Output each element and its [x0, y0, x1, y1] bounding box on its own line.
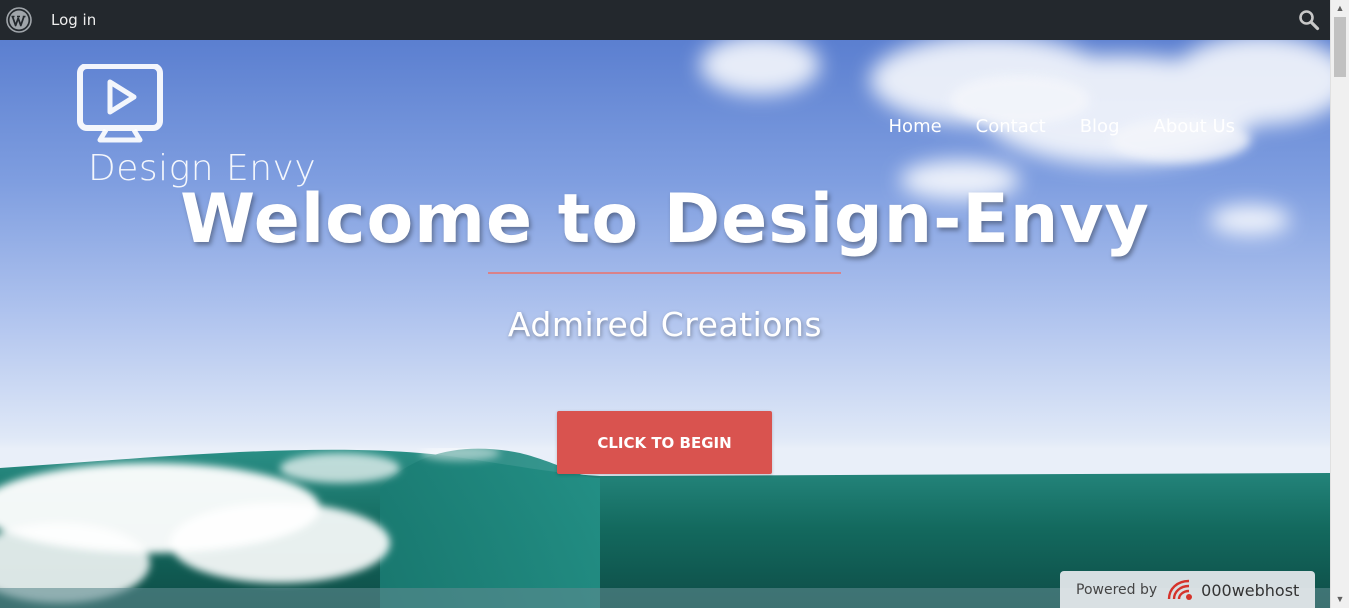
- nav-item-about-us[interactable]: About Us: [1154, 116, 1236, 137]
- scroll-up-arrow-icon[interactable]: ▲: [1331, 0, 1349, 17]
- 000webhost-logo-icon: [1167, 579, 1193, 600]
- powered-by-badge[interactable]: Powered by 000webhost: [1060, 571, 1315, 608]
- admin-bar: Log in: [0, 0, 1330, 40]
- nav-item-contact[interactable]: Contact: [976, 116, 1046, 137]
- scroll-down-arrow-icon[interactable]: ▼: [1331, 591, 1349, 608]
- hero-subheadline: Admired Creations: [507, 305, 823, 344]
- vertical-scrollbar[interactable]: ▲ ▼: [1330, 0, 1349, 608]
- hero-section: Design Envy Home Contact Blog About Us W…: [0, 40, 1330, 608]
- login-link[interactable]: Log in: [51, 11, 96, 29]
- search-icon[interactable]: [1298, 9, 1320, 31]
- powered-by-label: Powered by: [1076, 582, 1158, 598]
- wordpress-logo-icon[interactable]: [6, 7, 32, 33]
- click-to-begin-button[interactable]: CLICK TO BEGIN: [557, 411, 772, 474]
- browser-window: Log in Design Envy Home Contact Blog Abo…: [0, 0, 1349, 608]
- headline-divider: [488, 272, 841, 274]
- main-navigation: Home Contact Blog About Us: [889, 116, 1235, 137]
- scrollbar-thumb[interactable]: [1334, 17, 1346, 77]
- 000webhost-label: 000webhost: [1201, 580, 1300, 600]
- nav-item-home[interactable]: Home: [889, 116, 942, 137]
- nav-item-blog[interactable]: Blog: [1080, 116, 1120, 137]
- hero-headline: Welcome to Design-Envy: [180, 180, 1150, 259]
